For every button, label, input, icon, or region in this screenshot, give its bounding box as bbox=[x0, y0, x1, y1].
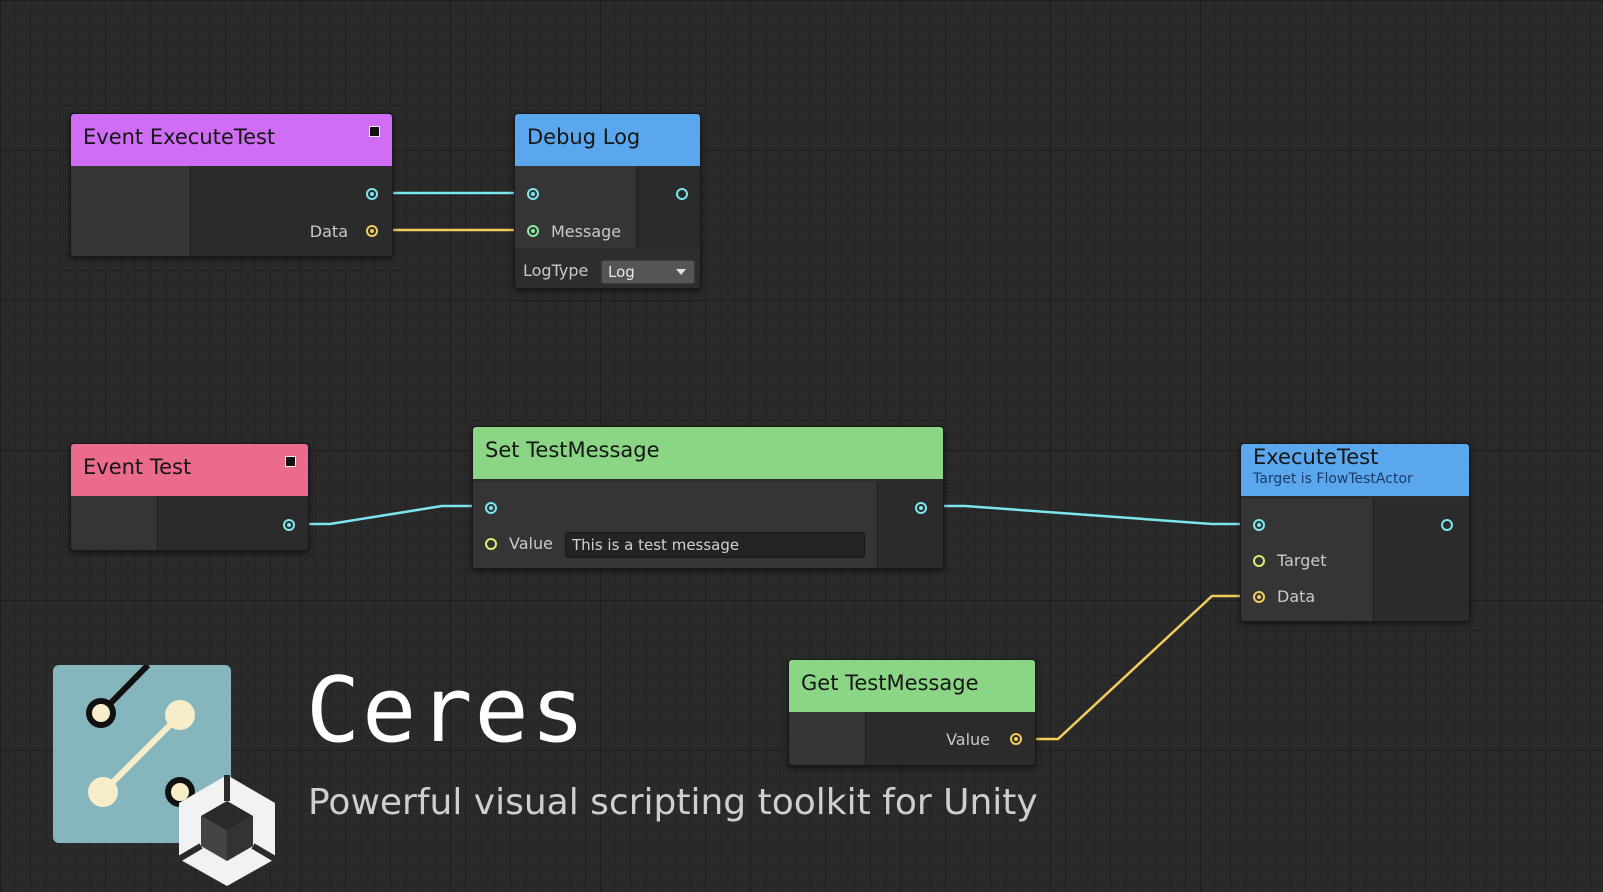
node-header[interactable]: Set TestMessage bbox=[473, 427, 943, 479]
wire-event-test-to-set-exec[interactable] bbox=[288, 504, 489, 526]
node-header[interactable]: ExecuteTest Target is FlowTestActor bbox=[1241, 444, 1469, 496]
node-title: Set TestMessage bbox=[485, 438, 660, 462]
exec-output-port[interactable] bbox=[915, 502, 927, 514]
node-get-test-message[interactable]: Get TestMessage Value bbox=[788, 659, 1036, 766]
exec-output-port[interactable] bbox=[283, 519, 295, 531]
exec-output-port[interactable] bbox=[1441, 519, 1453, 531]
node-event-execute-test[interactable]: Event ExecuteTest Data bbox=[70, 113, 393, 257]
chevron-down-icon bbox=[676, 269, 686, 275]
message-port-label: Message bbox=[551, 222, 622, 241]
node-event-test[interactable]: Event Test bbox=[70, 443, 309, 551]
node-title: Debug Log bbox=[527, 125, 641, 149]
data-port-label: Data bbox=[1277, 587, 1316, 606]
message-input-port[interactable] bbox=[527, 225, 539, 237]
node-title: Event ExecuteTest bbox=[83, 125, 276, 149]
node-execute-test[interactable]: ExecuteTest Target is FlowTestActor Targ… bbox=[1240, 443, 1470, 622]
logtype-selected-value: Log bbox=[608, 263, 635, 281]
event-marker-icon bbox=[369, 126, 380, 137]
data-port-label: Data bbox=[309, 222, 348, 241]
brand-title: Ceres bbox=[306, 658, 587, 763]
exec-input-port[interactable] bbox=[485, 502, 497, 514]
value-text-field[interactable]: This is a test message bbox=[565, 532, 865, 558]
unity-cube-icon bbox=[177, 775, 277, 886]
data-input-port[interactable] bbox=[1253, 591, 1265, 603]
value-port-label: Value bbox=[946, 730, 990, 749]
node-header[interactable]: Event Test bbox=[71, 444, 308, 496]
exec-input-port[interactable] bbox=[527, 188, 539, 200]
data-output-port[interactable] bbox=[366, 225, 378, 237]
exec-output-port[interactable] bbox=[366, 188, 378, 200]
exec-output-port[interactable] bbox=[676, 188, 688, 200]
target-port-label: Target bbox=[1277, 551, 1327, 570]
node-header[interactable]: Get TestMessage bbox=[789, 660, 1035, 712]
exec-input-port[interactable] bbox=[1253, 519, 1265, 531]
logtype-dropdown[interactable]: Log bbox=[601, 260, 695, 284]
event-marker-icon bbox=[285, 456, 296, 467]
value-text: This is a test message bbox=[572, 536, 740, 554]
node-title: Get TestMessage bbox=[801, 671, 979, 695]
node-header[interactable]: Event ExecuteTest bbox=[71, 114, 392, 166]
node-debug-log[interactable]: Debug Log Message LogType Log bbox=[514, 113, 701, 289]
node-header[interactable]: Debug Log bbox=[515, 114, 700, 166]
value-output-port[interactable] bbox=[1010, 733, 1022, 745]
target-input-port[interactable] bbox=[1253, 555, 1265, 567]
node-subtitle: Target is FlowTestActor bbox=[1253, 471, 1413, 487]
logtype-label: LogType bbox=[523, 261, 589, 280]
value-input-port[interactable] bbox=[485, 538, 497, 550]
wire-set-to-execute-exec[interactable] bbox=[920, 504, 1254, 526]
node-title: Event Test bbox=[83, 455, 192, 479]
brand-tagline: Powerful visual scripting toolkit for Un… bbox=[308, 782, 1038, 823]
node-set-test-message[interactable]: Set TestMessage Value This is a test mes… bbox=[472, 426, 944, 569]
value-port-label: Value bbox=[509, 534, 553, 553]
node-title: ExecuteTest bbox=[1253, 445, 1379, 469]
wire-get-value-to-execute-data[interactable] bbox=[1015, 594, 1254, 741]
